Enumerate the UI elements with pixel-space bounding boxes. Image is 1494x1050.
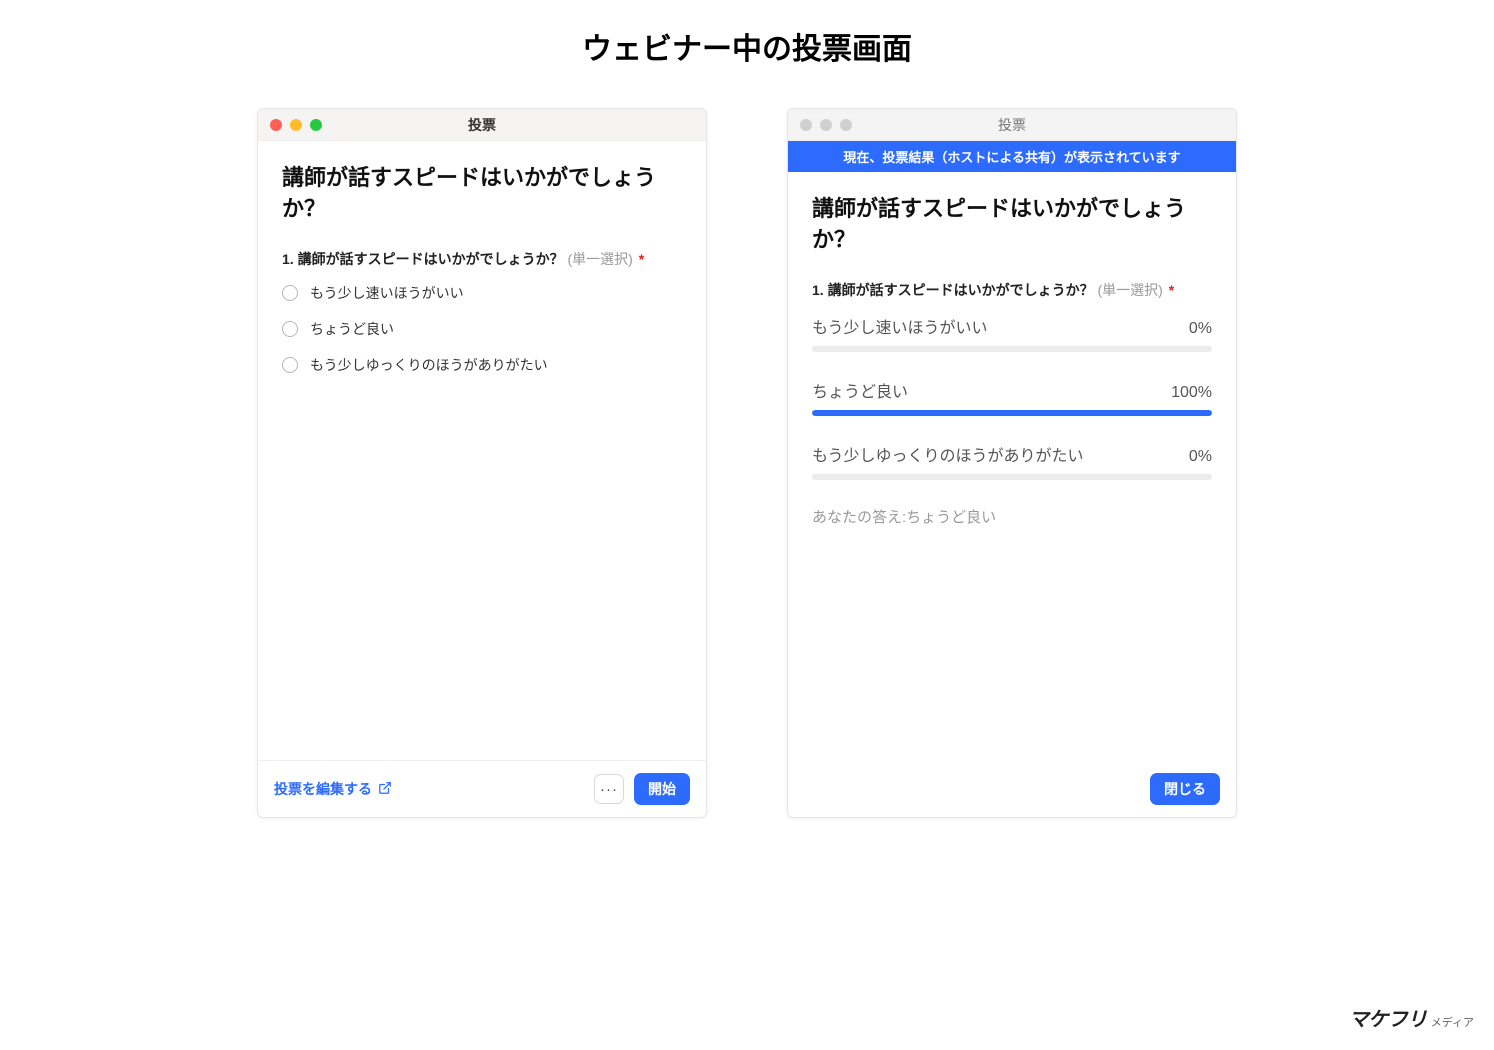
window-title: 投票: [258, 115, 706, 135]
poll-content: 講師が話すスピードはいかがでしょうか？ 1. 講師が話すスピードはいかがでしょう…: [258, 141, 706, 760]
option-label: ちょうど良い: [310, 319, 394, 339]
titlebar: 投票: [788, 109, 1236, 141]
question-type: (単一選択): [1097, 282, 1162, 298]
sharing-banner: 現在、投票結果（ホストによる共有）が表示されています: [788, 141, 1236, 172]
window-title: 投票: [788, 115, 1236, 135]
poll-option[interactable]: ちょうど良い: [282, 319, 682, 339]
option-label: もう少しゆっくりのほうがありがたい: [310, 355, 548, 375]
radio-icon[interactable]: [282, 285, 298, 301]
titlebar: 投票: [258, 109, 706, 141]
progress-bar: [812, 410, 1212, 416]
poll-window-host: 投票 講師が話すスピードはいかがでしょうか？ 1. 講師が話すスピードはいかがで…: [257, 108, 707, 818]
your-answer: あなたの答え:ちょうど良い: [812, 506, 1212, 527]
footer-actions: ··· 開始: [594, 773, 690, 805]
result-percent: 0%: [1189, 448, 1212, 466]
result-label: もう少し速いほうがいい: [812, 314, 988, 338]
external-link-icon: [378, 781, 392, 798]
edit-poll-link[interactable]: 投票を編集する: [274, 779, 392, 799]
page-title: ウェビナー中の投票画面: [0, 0, 1494, 68]
poll-option[interactable]: もう少し速いほうがいい: [282, 283, 682, 303]
question-type: (単一選択): [567, 251, 632, 267]
result-label: ちょうど良い: [812, 378, 908, 402]
result-percent: 100%: [1171, 384, 1212, 402]
brand-logo: マケフリ メディア: [1349, 1003, 1474, 1032]
result-percent: 0%: [1189, 320, 1212, 338]
close-button[interactable]: 閉じる: [1150, 773, 1220, 805]
results-content: 講師が話すスピードはいかがでしょうか？ 1. 講師が話すスピードはいかがでしょう…: [788, 172, 1236, 761]
question-number: 1.: [812, 282, 824, 298]
required-star: *: [1169, 282, 1174, 298]
question-text: 講師が話すスピードはいかがでしょうか？: [298, 251, 564, 267]
windows-row: 投票 講師が話すスピードはいかがでしょうか？ 1. 講師が話すスピードはいかがで…: [0, 108, 1494, 818]
edit-poll-label: 投票を編集する: [274, 779, 372, 799]
question-title: 講師が話すスピードはいかがでしょうか？: [812, 194, 1212, 256]
progress-bar: [812, 346, 1212, 352]
question-line: 1. 講師が話すスピードはいかがでしょうか？ (単一選択) *: [282, 249, 682, 269]
result-label: もう少しゆっくりのほうがありがたい: [812, 442, 1084, 466]
progress-bar: [812, 474, 1212, 480]
brand-main: マケフリ: [1349, 1003, 1427, 1032]
question-number: 1.: [282, 251, 294, 267]
poll-option[interactable]: もう少しゆっくりのほうがありがたい: [282, 355, 682, 375]
question-line: 1. 講師が話すスピードはいかがでしょうか？ (単一選択) *: [812, 280, 1212, 300]
footer: 投票を編集する ··· 開始: [258, 760, 706, 817]
result-item: もう少しゆっくりのほうがありがたい 0%: [812, 442, 1212, 480]
required-star: *: [639, 251, 644, 267]
radio-icon[interactable]: [282, 357, 298, 373]
footer: 閉じる: [788, 761, 1236, 817]
more-button[interactable]: ···: [594, 774, 624, 804]
result-item: もう少し速いほうがいい 0%: [812, 314, 1212, 352]
question-text: 講師が話すスピードはいかがでしょうか？: [828, 282, 1094, 298]
radio-icon[interactable]: [282, 321, 298, 337]
question-title: 講師が話すスピードはいかがでしょうか？: [282, 163, 682, 225]
brand-sub: メディア: [1431, 1014, 1474, 1030]
result-item: ちょうど良い 100%: [812, 378, 1212, 416]
start-button[interactable]: 開始: [634, 773, 690, 805]
progress-fill: [812, 410, 1212, 416]
poll-window-results: 投票 現在、投票結果（ホストによる共有）が表示されています 講師が話すスピードは…: [787, 108, 1237, 818]
option-label: もう少し速いほうがいい: [310, 283, 464, 303]
